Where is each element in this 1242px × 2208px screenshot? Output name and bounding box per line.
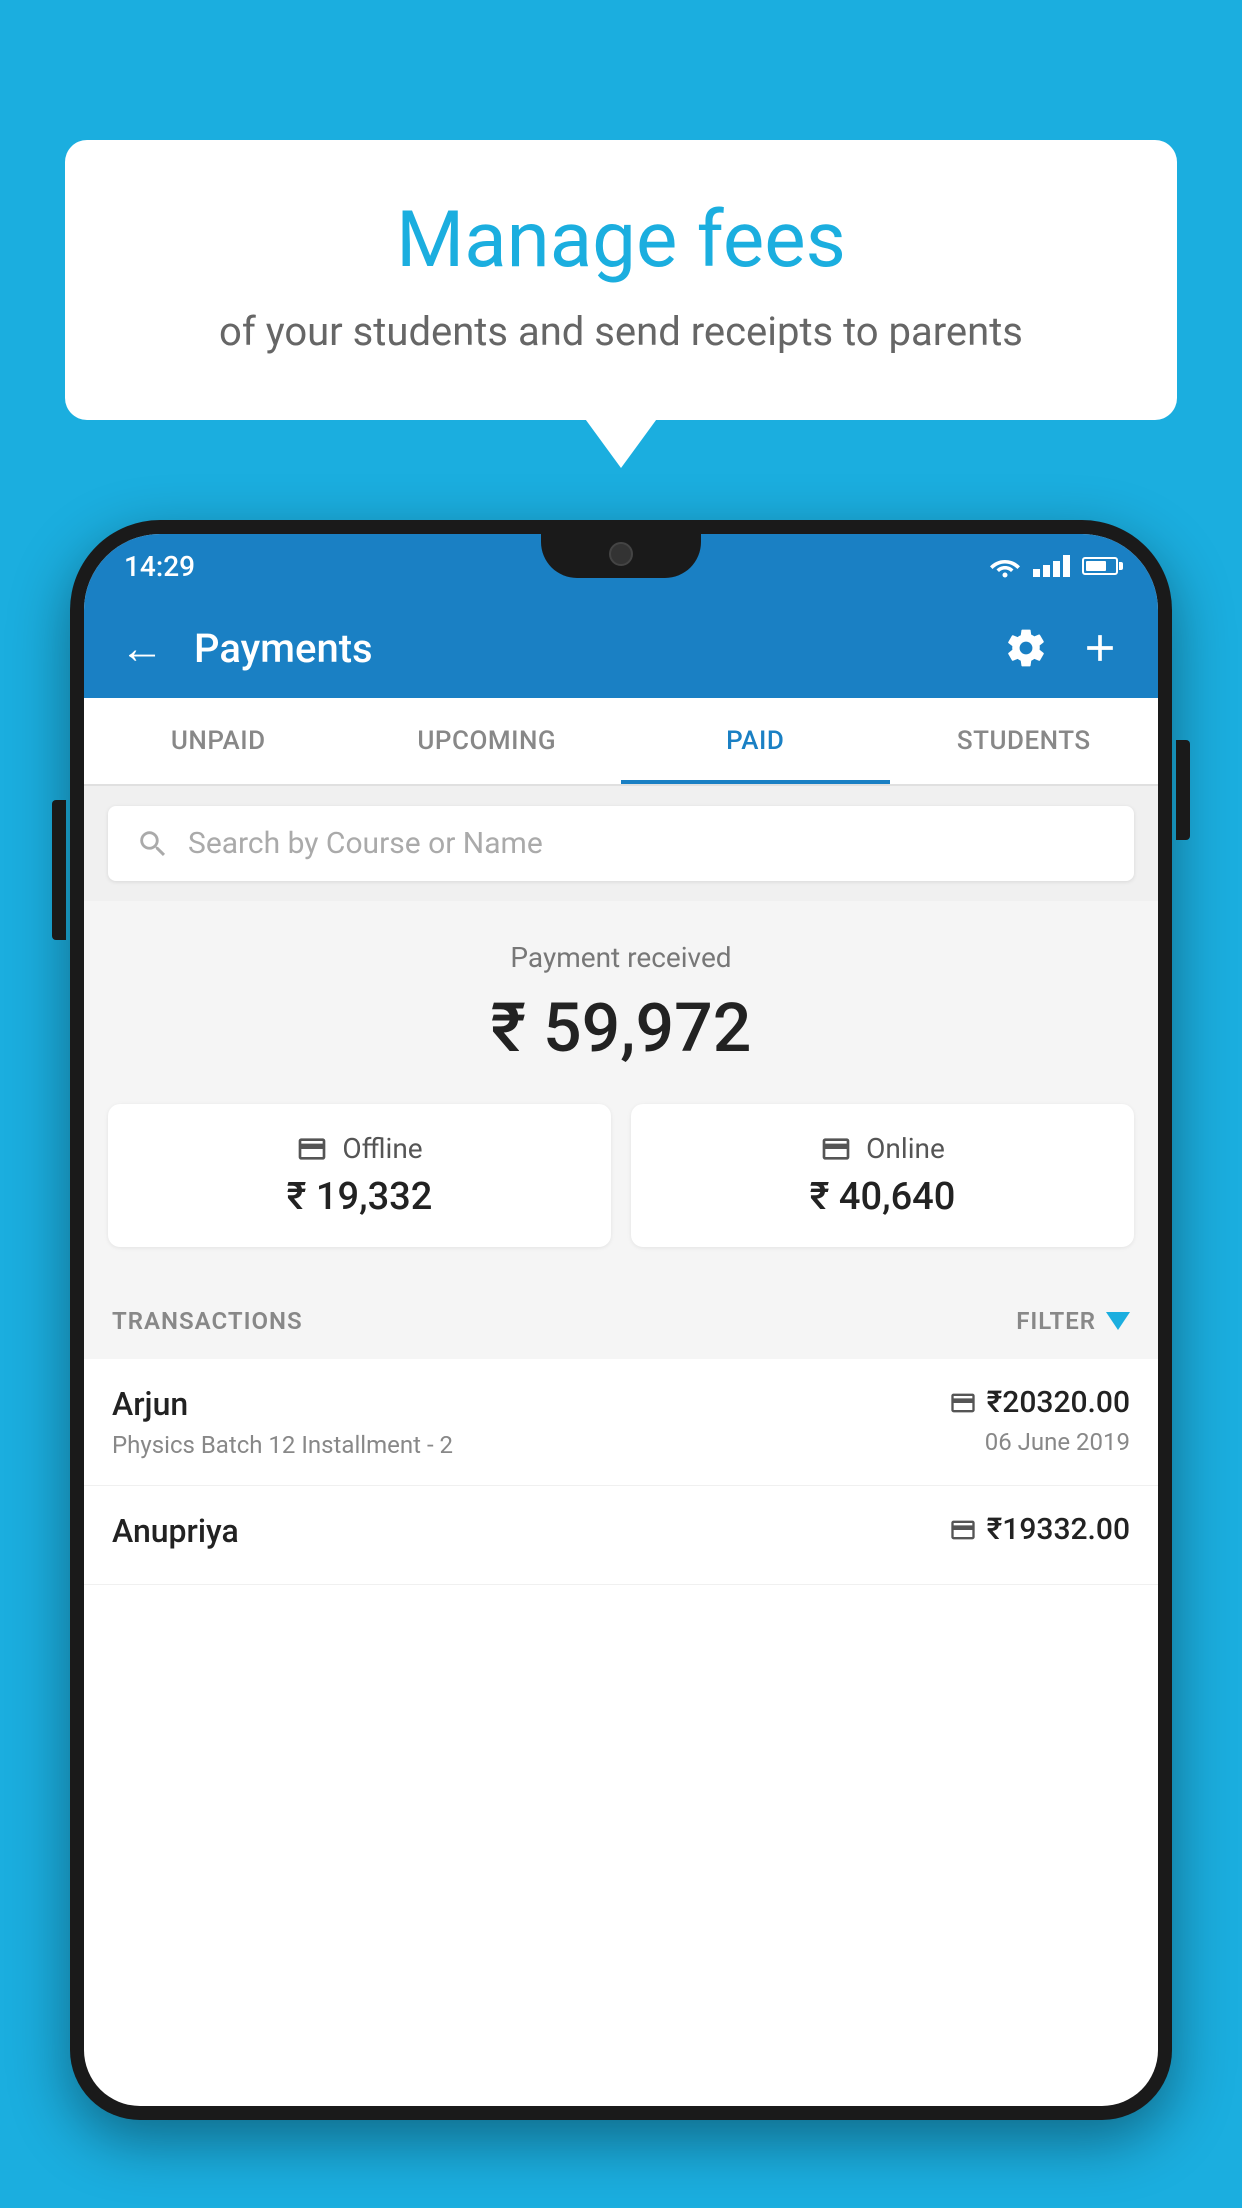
tab-unpaid[interactable]: UNPAID [84,698,353,784]
transactions-label: TRANSACTIONS [112,1307,303,1335]
search-input[interactable]: Search by Course or Name [188,826,543,861]
payment-total: ₹ 59,972 [108,988,1134,1068]
phone-notch [541,520,701,578]
transactions-header: TRANSACTIONS FILTER [84,1283,1158,1359]
table-row[interactable]: Arjun Physics Batch 12 Installment - 2 ₹… [84,1359,1158,1486]
online-label: Online [866,1132,945,1165]
transaction-name: Arjun [112,1385,949,1423]
status-time: 14:29 [124,550,195,583]
filter-container[interactable]: FILTER [1016,1307,1130,1335]
search-icon [136,827,170,861]
speech-bubble: Manage fees of your students and send re… [65,140,1177,420]
offline-card: Offline ₹ 19,332 [108,1104,611,1247]
offline-amount: ₹ 19,332 [132,1175,587,1219]
phone-frame: 14:29 [70,520,1172,2208]
cash-payment-icon [949,1516,977,1544]
online-card: Online ₹ 40,640 [631,1104,1134,1247]
tab-upcoming[interactable]: UPCOMING [353,698,622,784]
status-icons [989,554,1118,578]
payment-section: Payment received ₹ 59,972 Offline ₹ 19,3… [84,901,1158,1283]
battery-icon [1082,557,1118,575]
wifi-icon [989,554,1021,578]
phone-camera [609,542,633,566]
online-amount: ₹ 40,640 [655,1175,1110,1219]
plus-icon[interactable] [1078,626,1122,670]
payment-label: Payment received [108,941,1134,974]
filter-label: FILTER [1016,1307,1096,1335]
transaction-left: Anupriya [112,1512,949,1558]
bubble-subtitle: of your students and send receipts to pa… [125,304,1117,360]
transaction-amount: ₹19332.00 [987,1512,1130,1547]
search-container: Search by Course or Name [84,786,1158,901]
signal-icon [1033,555,1070,577]
app-bar-actions [1004,626,1122,670]
filter-icon [1106,1312,1130,1330]
transaction-date: 06 June 2019 [949,1428,1130,1456]
tab-students[interactable]: STUDENTS [890,698,1159,784]
app-bar: ← Payments [84,598,1158,698]
bubble-title: Manage fees [125,195,1117,286]
transaction-list: Arjun Physics Batch 12 Installment - 2 ₹… [84,1359,1158,1585]
payment-card-icon [949,1389,977,1417]
gear-icon[interactable] [1004,626,1048,670]
payment-cards: Offline ₹ 19,332 Online ₹ 40,640 [108,1104,1134,1247]
card-icon [820,1133,852,1165]
app-bar-title: Payments [194,625,984,672]
back-button[interactable]: ← [120,622,164,674]
transaction-right: ₹19332.00 [949,1512,1130,1555]
transaction-desc: Physics Batch 12 Installment - 2 [112,1431,949,1459]
cash-icon [296,1133,328,1165]
tab-paid[interactable]: PAID [621,698,890,784]
transaction-amount: ₹20320.00 [987,1385,1130,1420]
transaction-left: Arjun Physics Batch 12 Installment - 2 [112,1385,949,1459]
transaction-name: Anupriya [112,1512,949,1550]
search-bar[interactable]: Search by Course or Name [108,806,1134,881]
table-row[interactable]: Anupriya ₹19332.00 [84,1486,1158,1585]
tabs-container: UNPAID UPCOMING PAID STUDENTS [84,698,1158,786]
offline-label: Offline [342,1132,422,1165]
transaction-right: ₹20320.00 06 June 2019 [949,1385,1130,1456]
